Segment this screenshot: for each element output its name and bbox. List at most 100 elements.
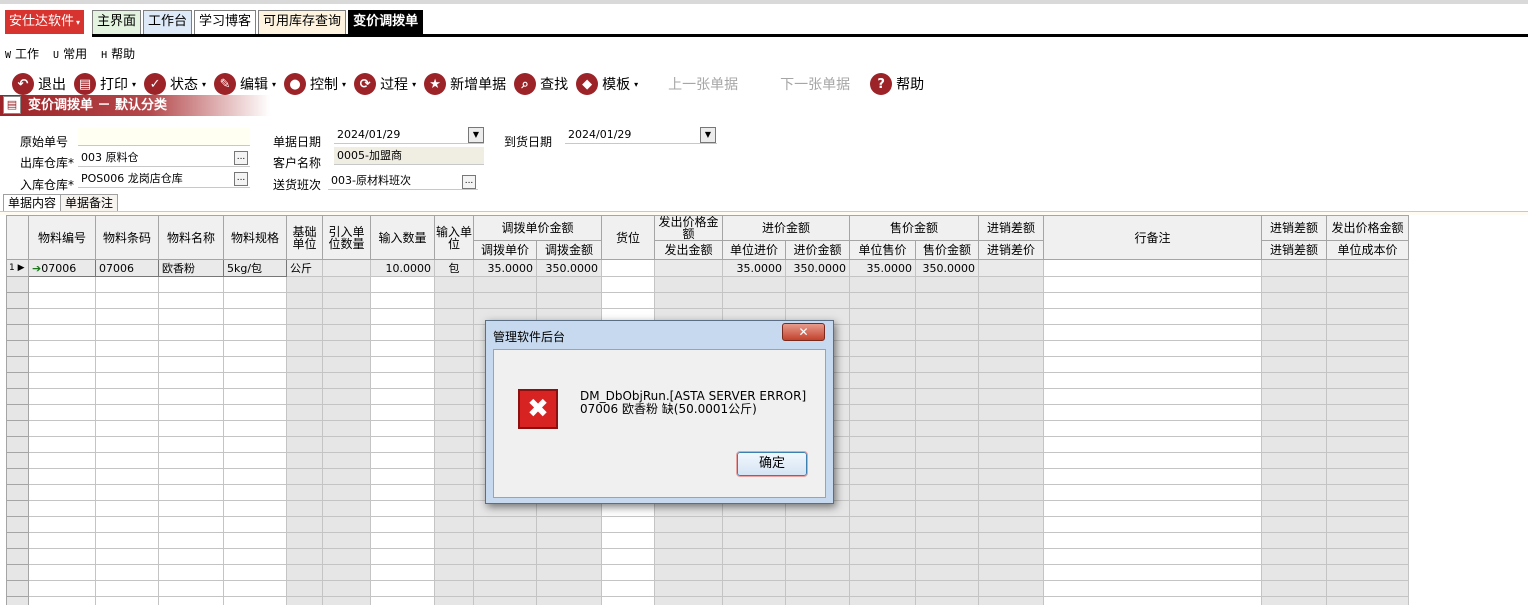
table-cell[interactable]	[322, 276, 371, 293]
table-cell[interactable]	[322, 516, 371, 533]
tab-doc-remark[interactable]: 单据备注	[60, 194, 119, 212]
dialog-close-button[interactable]: ✕	[782, 323, 825, 341]
table-row[interactable]	[6, 596, 1409, 605]
table-cell[interactable]	[1261, 516, 1327, 533]
table-cell[interactable]	[322, 500, 371, 517]
table-cell[interactable]	[978, 308, 1044, 325]
cell-sale-amount[interactable]: 350.0000	[915, 259, 979, 277]
table-cell[interactable]	[785, 580, 850, 597]
table-cell[interactable]	[322, 388, 371, 405]
table-cell[interactable]	[915, 500, 979, 517]
table-cell[interactable]	[978, 276, 1044, 293]
table-cell[interactable]	[849, 292, 916, 309]
table-cell[interactable]	[370, 292, 435, 309]
table-cell[interactable]	[434, 532, 474, 549]
table-cell[interactable]	[322, 532, 371, 549]
table-cell[interactable]	[915, 372, 979, 389]
table-cell[interactable]	[28, 564, 96, 581]
table-cell[interactable]	[849, 452, 916, 469]
table-cell[interactable]	[1326, 596, 1409, 605]
table-cell[interactable]	[95, 564, 159, 581]
table-cell[interactable]	[978, 356, 1044, 373]
table-cell[interactable]	[601, 548, 655, 565]
table-cell[interactable]	[322, 548, 371, 565]
cell-purchase-amount[interactable]: 350.0000	[785, 259, 850, 277]
help-button[interactable]: ? 帮助	[870, 73, 924, 95]
table-cell[interactable]	[370, 516, 435, 533]
table-cell[interactable]	[849, 404, 916, 421]
table-cell[interactable]	[286, 548, 323, 565]
in-warehouse-input[interactable]: POS006 龙岗店仓库	[78, 170, 250, 188]
table-cell[interactable]	[223, 308, 287, 325]
table-cell[interactable]	[28, 580, 96, 597]
table-cell[interactable]	[654, 548, 723, 565]
table-cell[interactable]	[286, 292, 323, 309]
table-cell[interactable]	[434, 436, 474, 453]
table-cell[interactable]	[286, 468, 323, 485]
table-cell[interactable]	[158, 564, 224, 581]
table-cell[interactable]	[28, 340, 96, 357]
table-cell[interactable]	[601, 596, 655, 605]
table-cell[interactable]	[654, 276, 723, 293]
table-cell[interactable]	[223, 436, 287, 453]
table-cell[interactable]	[978, 292, 1044, 309]
table-cell[interactable]	[654, 564, 723, 581]
table-cell[interactable]	[322, 596, 371, 605]
table-cell[interactable]	[434, 308, 474, 325]
table-cell[interactable]	[978, 548, 1044, 565]
table-cell[interactable]	[158, 420, 224, 437]
shift-picker-button[interactable]: ...	[462, 175, 476, 189]
table-cell[interactable]	[785, 548, 850, 565]
tab-main[interactable]: 主界面	[92, 10, 142, 34]
table-cell[interactable]	[1326, 388, 1409, 405]
table-cell[interactable]	[1326, 420, 1409, 437]
cell-code[interactable]: ➔07006	[28, 259, 96, 277]
cell-issue-amount[interactable]	[654, 259, 723, 277]
table-cell[interactable]	[286, 532, 323, 549]
table-cell[interactable]	[286, 596, 323, 605]
table-cell[interactable]	[536, 516, 602, 533]
table-cell[interactable]	[915, 548, 979, 565]
table-cell[interactable]	[915, 356, 979, 373]
table-cell[interactable]	[849, 436, 916, 453]
table-cell[interactable]	[978, 372, 1044, 389]
col-header-purchase-unit[interactable]: 单位进价	[722, 240, 786, 260]
tab-doc-content[interactable]: 单据内容	[3, 194, 62, 212]
table-cell[interactable]	[28, 404, 96, 421]
table-cell[interactable]	[28, 372, 96, 389]
table-cell[interactable]	[434, 516, 474, 533]
table-cell[interactable]	[654, 580, 723, 597]
table-cell[interactable]	[95, 388, 159, 405]
table-cell[interactable]	[434, 548, 474, 565]
table-cell[interactable]	[95, 452, 159, 469]
table-cell[interactable]	[722, 516, 786, 533]
table-cell[interactable]	[286, 580, 323, 597]
table-cell[interactable]	[286, 484, 323, 501]
status-button[interactable]: ✓ 状态 ▾	[144, 73, 206, 95]
table-cell[interactable]	[785, 596, 850, 605]
table-cell[interactable]	[223, 404, 287, 421]
table-cell[interactable]	[434, 292, 474, 309]
cell-diff-price[interactable]	[978, 259, 1044, 277]
table-cell[interactable]	[601, 516, 655, 533]
cell-input-qty[interactable]: 10.0000	[370, 259, 435, 277]
table-cell[interactable]	[536, 596, 602, 605]
col-header-code[interactable]: 物料编号	[28, 215, 96, 260]
table-cell[interactable]	[654, 292, 723, 309]
tab-price-transfer[interactable]: 变价调拨单	[348, 10, 424, 34]
table-cell[interactable]	[978, 468, 1044, 485]
table-cell[interactable]	[223, 468, 287, 485]
table-cell[interactable]	[1326, 500, 1409, 517]
table-cell[interactable]	[1043, 436, 1262, 453]
cell-ref-qty[interactable]	[322, 259, 371, 277]
table-cell[interactable]	[785, 516, 850, 533]
table-cell[interactable]	[978, 324, 1044, 341]
table-cell[interactable]	[915, 452, 979, 469]
table-cell[interactable]	[158, 404, 224, 421]
menu-help[interactable]: H 帮助	[101, 45, 135, 61]
table-cell[interactable]	[370, 580, 435, 597]
table-cell[interactable]	[223, 324, 287, 341]
orig-no-input[interactable]	[78, 128, 250, 146]
table-cell[interactable]	[978, 340, 1044, 357]
table-cell[interactable]	[370, 596, 435, 605]
